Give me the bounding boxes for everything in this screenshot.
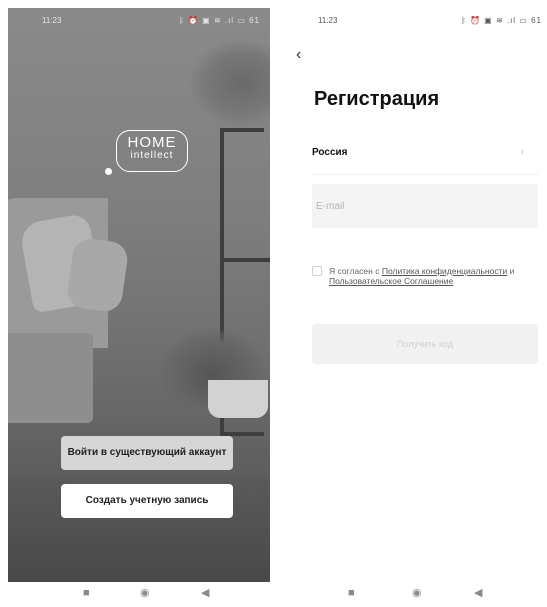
registration-screen: 11:23 ᛒ ⏰ ▣ ≋ .ıl ▭ 61 ‹ Регистрация Рос… bbox=[282, 8, 544, 604]
get-code-button[interactable]: Получить код bbox=[312, 324, 538, 364]
status-bar: 11:23 ᛒ ⏰ ▣ ≋ .ıl ▭ 61 bbox=[282, 8, 544, 30]
welcome-screen: 11:23 ᛒ ⏰ ▣ ≋ .ıl ▭ 61 HOME intellect Во… bbox=[8, 8, 270, 604]
back-nav-icon[interactable]: ◀ bbox=[474, 586, 482, 600]
chevron-right-icon: › bbox=[520, 146, 524, 158]
create-account-button[interactable]: Создать учетную запись bbox=[61, 484, 233, 518]
page-title: Регистрация bbox=[314, 88, 440, 110]
status-icons: ᛒ ⏰ ▣ ≋ .ıl ▭ 61 bbox=[178, 16, 260, 25]
status-bar: 11:23 ᛒ ⏰ ▣ ≋ .ıl ▭ 61 bbox=[8, 8, 270, 30]
agreement-checkbox[interactable] bbox=[312, 266, 322, 276]
agreement-prefix: Я согласен с bbox=[329, 266, 382, 276]
recent-apps-icon[interactable]: ■ bbox=[83, 586, 90, 600]
back-nav-icon[interactable]: ◀ bbox=[201, 586, 209, 600]
back-arrow-icon[interactable]: ‹ bbox=[296, 46, 301, 64]
privacy-policy-link[interactable]: Политика конфиденциальности bbox=[382, 266, 507, 276]
recent-apps-icon[interactable]: ■ bbox=[348, 586, 355, 600]
agreement-middle: и bbox=[507, 266, 515, 276]
system-navbar-right: ■ ◉ ◀ bbox=[282, 582, 544, 606]
user-agreement-link[interactable]: Пользовательское Соглашение bbox=[329, 276, 453, 286]
logo-line-intellect: intellect bbox=[130, 150, 174, 161]
sofa-arm-image bbox=[8, 333, 93, 423]
agreement-text: Я согласен с Политика конфиденциальности… bbox=[329, 266, 538, 286]
system-navbar-left: ■ ◉ ◀ bbox=[8, 582, 270, 606]
home-icon[interactable]: ◉ bbox=[412, 586, 422, 600]
email-input[interactable] bbox=[312, 184, 538, 228]
status-time: 11:23 bbox=[42, 16, 62, 25]
logo-dot-icon bbox=[105, 168, 112, 175]
status-time: 11:23 bbox=[318, 16, 338, 25]
agreement-row: Я согласен с Политика конфиденциальности… bbox=[312, 266, 538, 286]
pot-image bbox=[208, 380, 268, 418]
pillow-image bbox=[65, 236, 130, 314]
country-value: Россия bbox=[312, 147, 348, 158]
shelf-bar-image bbox=[220, 258, 270, 262]
country-selector[interactable]: Россия › bbox=[312, 134, 538, 175]
status-icons: ᛒ ⏰ ▣ ≋ .ıl ▭ 61 bbox=[460, 16, 542, 25]
logo-line-home: HOME bbox=[127, 134, 177, 151]
home-icon[interactable]: ◉ bbox=[140, 586, 150, 600]
plant-image bbox=[188, 38, 270, 128]
login-existing-account-button[interactable]: Войти в существующий аккаунт bbox=[61, 436, 233, 470]
home-intellect-logo: HOME intellect bbox=[116, 130, 188, 172]
